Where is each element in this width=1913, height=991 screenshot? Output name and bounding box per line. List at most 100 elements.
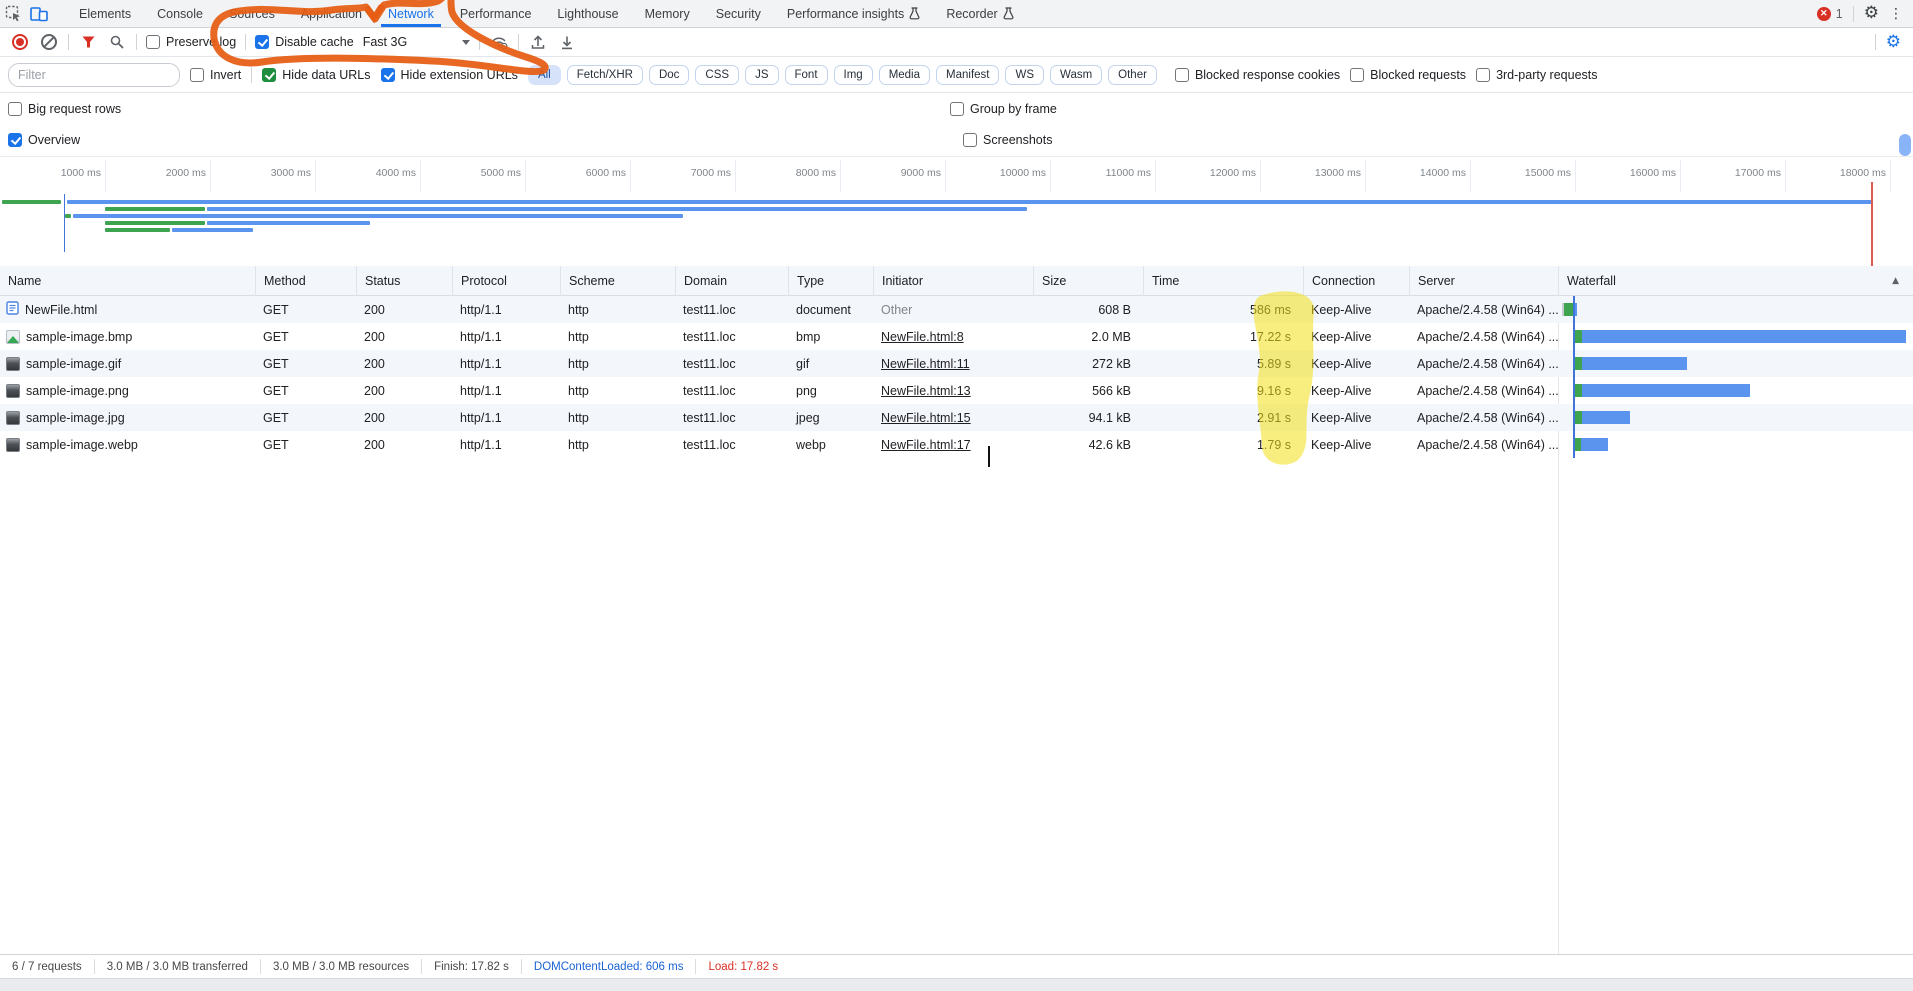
network-overview-strip[interactable]: [0, 192, 1913, 267]
request-row-sample-image-jpg[interactable]: sample-image.jpgGET200http/1.1httptest11…: [0, 404, 1913, 431]
search-button[interactable]: [107, 32, 127, 52]
tab-label: Memory: [645, 7, 690, 21]
tab-console[interactable]: Console: [144, 0, 216, 27]
filter-chip-css[interactable]: CSS: [695, 65, 739, 85]
filter-chip-other[interactable]: Other: [1108, 65, 1157, 85]
ruler-tick-label: 8000 ms: [756, 167, 836, 179]
column-header-waterfall[interactable]: Waterfall▲: [1558, 266, 1913, 296]
filter-chip-js[interactable]: JS: [745, 65, 778, 85]
scrollbar-thumb[interactable]: [1899, 134, 1911, 156]
column-header-name[interactable]: Name: [0, 266, 255, 296]
network-filter-bar: Invert Hide data URLs Hide extension URL…: [0, 58, 1913, 93]
initiator-link[interactable]: NewFile.html:11: [881, 357, 970, 371]
column-header-protocol[interactable]: Protocol: [452, 266, 560, 296]
tab-lighthouse[interactable]: Lighthouse: [544, 0, 631, 27]
filter-chip-media[interactable]: Media: [879, 65, 930, 85]
request-row-newfile-html[interactable]: NewFile.htmlGET200http/1.1httptest11.loc…: [0, 296, 1913, 323]
group-by-frame-checkbox[interactable]: Group by frame: [950, 102, 1057, 116]
tab-performance-insights[interactable]: Performance insights: [774, 0, 933, 27]
column-header-connection[interactable]: Connection: [1303, 266, 1409, 296]
export-har-button[interactable]: [557, 32, 577, 52]
tab-recorder[interactable]: Recorder: [933, 0, 1026, 27]
request-method-cell: GET: [255, 350, 356, 377]
initiator-link[interactable]: NewFile.html:17: [881, 438, 971, 452]
column-header-scheme[interactable]: Scheme: [560, 266, 675, 296]
request-row-sample-image-bmp[interactable]: sample-image.bmpGET200http/1.1httptest11…: [0, 323, 1913, 350]
clear-network-log-button[interactable]: [39, 32, 59, 52]
column-header-initiator[interactable]: Initiator: [873, 266, 1033, 296]
network-settings-gear-icon[interactable]: ⚙: [1886, 34, 1901, 51]
waterfall-bar[interactable]: [1574, 357, 1688, 370]
screenshots-checkbox[interactable]: Screenshots: [963, 133, 1052, 147]
kebab-menu-icon[interactable]: ⋮: [1889, 7, 1903, 21]
initiator-link[interactable]: NewFile.html:8: [881, 330, 964, 344]
checkbox-unchecked: [1476, 68, 1490, 82]
timeline-ruler: 1000 ms2000 ms3000 ms4000 ms5000 ms6000 …: [0, 156, 1913, 193]
invert-checkbox[interactable]: Invert: [190, 68, 241, 82]
column-header-type[interactable]: Type: [788, 266, 873, 296]
filter-chip-manifest[interactable]: Manifest: [936, 65, 999, 85]
text-caret-artifact: [988, 446, 990, 467]
tab-sources[interactable]: Sources: [216, 0, 288, 27]
waterfall-bar[interactable]: [1574, 411, 1630, 424]
waterfall-bar[interactable]: [1574, 330, 1906, 343]
column-header-size[interactable]: Size: [1033, 266, 1143, 296]
tab-performance[interactable]: Performance: [447, 0, 545, 27]
settings-gear-icon[interactable]: ⚙: [1864, 5, 1879, 22]
tab-security[interactable]: Security: [703, 0, 774, 27]
filter-chip-all[interactable]: All: [528, 65, 561, 85]
hide-data-urls-checkbox[interactable]: Hide data URLs: [262, 68, 370, 82]
tab-memory[interactable]: Memory: [632, 0, 703, 27]
waterfall-bar[interactable]: [1574, 438, 1609, 451]
filter-chip-fetch-xhr[interactable]: Fetch/XHR: [567, 65, 643, 85]
blocked-cookies-checkbox[interactable]: Blocked response cookies: [1175, 68, 1340, 82]
device-toolbar-icon[interactable]: [26, 1, 52, 27]
request-row-sample-image-png[interactable]: sample-image.pngGET200http/1.1httptest11…: [0, 377, 1913, 404]
throttling-select[interactable]: Fast 3G: [363, 35, 470, 49]
column-header-status[interactable]: Status: [356, 266, 452, 296]
column-header-time[interactable]: Time: [1143, 266, 1303, 296]
tab-label: Performance insights: [787, 7, 904, 21]
tab-application[interactable]: Application: [288, 0, 375, 27]
request-row-sample-image-webp[interactable]: sample-image.webpGET200http/1.1httptest1…: [0, 431, 1913, 458]
overview-checkbox[interactable]: Overview: [8, 133, 80, 147]
error-badge[interactable]: ✕ 1: [1817, 7, 1843, 21]
tab-network[interactable]: Network: [375, 0, 447, 27]
column-header-server[interactable]: Server: [1409, 266, 1558, 296]
record-network-log-button[interactable]: [10, 32, 30, 52]
disable-cache-checkbox[interactable]: Disable cache: [255, 35, 354, 49]
blocked-requests-checkbox[interactable]: Blocked requests: [1350, 68, 1466, 82]
preserve-log-checkbox[interactable]: Preserve log: [146, 35, 236, 49]
initiator-link[interactable]: NewFile.html:15: [881, 411, 971, 425]
request-type-cell: gif: [788, 350, 873, 377]
request-row-sample-image-gif[interactable]: sample-image.gifGET200http/1.1httptest11…: [0, 350, 1913, 377]
filter-input[interactable]: [8, 63, 180, 87]
toolbar-divider: [518, 34, 519, 50]
big-request-rows-checkbox[interactable]: Big request rows: [8, 102, 121, 116]
import-har-button[interactable]: [528, 32, 548, 52]
request-server-cell: Apache/2.4.58 (Win64) ...: [1409, 431, 1558, 458]
column-header-domain[interactable]: Domain: [675, 266, 788, 296]
initiator-link[interactable]: NewFile.html:13: [881, 384, 971, 398]
filter-chip-img[interactable]: Img: [834, 65, 873, 85]
tab-elements[interactable]: Elements: [66, 0, 144, 27]
status-item-3-0-mb-3-0-mb-resources: 3.0 MB / 3.0 MB resources: [261, 959, 422, 974]
request-status-cell: 200: [356, 296, 452, 323]
network-conditions-button[interactable]: [489, 32, 509, 52]
hide-extension-urls-checkbox[interactable]: Hide extension URLs: [381, 68, 518, 82]
tab-label: Elements: [79, 7, 131, 21]
filter-chip-ws[interactable]: WS: [1005, 65, 1044, 85]
throttling-value: Fast 3G: [363, 35, 407, 49]
column-header-method[interactable]: Method: [255, 266, 356, 296]
request-initiator-cell: Other: [873, 296, 1033, 323]
filter-chip-wasm[interactable]: Wasm: [1050, 65, 1102, 85]
toolbar-divider: [245, 34, 246, 50]
waterfall-bar[interactable]: [1574, 384, 1751, 397]
filter-toggle-button[interactable]: [78, 32, 98, 52]
request-domain-cell: test11.loc: [675, 323, 788, 350]
third-party-checkbox[interactable]: 3rd-party requests: [1476, 68, 1597, 82]
filter-chip-doc[interactable]: Doc: [649, 65, 689, 85]
toolbar-divider: [479, 34, 480, 50]
filter-chip-font[interactable]: Font: [785, 65, 828, 85]
inspect-icon[interactable]: [0, 1, 26, 27]
